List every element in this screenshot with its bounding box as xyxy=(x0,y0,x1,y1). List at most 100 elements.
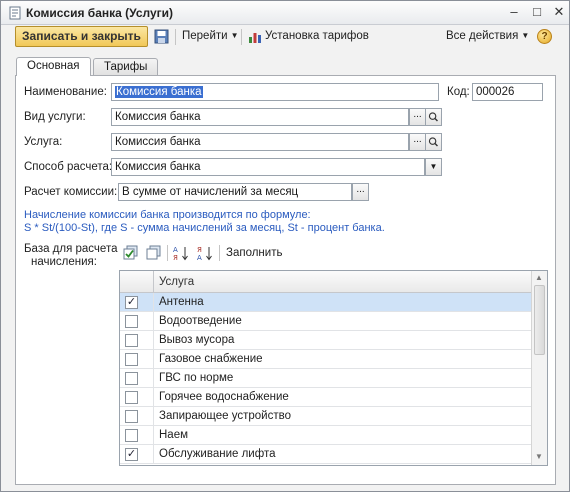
check-cell xyxy=(120,407,154,426)
svg-text:А: А xyxy=(197,254,202,261)
row-checkbox[interactable] xyxy=(125,429,138,442)
row-checkbox[interactable] xyxy=(125,334,138,347)
table-row[interactable]: ✓ Обслуживание лифта xyxy=(120,445,531,464)
bar-chart-icon xyxy=(249,33,261,43)
table-row[interactable]: Вывоз мусора xyxy=(120,331,531,350)
table-row[interactable]: Горячее водоснабжение xyxy=(120,388,531,407)
table-row[interactable]: Водоотведение xyxy=(120,312,531,331)
formula-note-line2: S * St/(100-St), где S - сумма начислени… xyxy=(24,222,385,234)
row-checkbox[interactable] xyxy=(125,315,138,328)
help-button[interactable]: ? xyxy=(537,29,552,44)
table-row[interactable]: Запирающее устройство xyxy=(120,407,531,426)
row-checkbox[interactable]: ✓ xyxy=(125,296,138,309)
table-toolbar-separator xyxy=(219,245,220,261)
check-cell: ✓ xyxy=(120,293,154,312)
close-button[interactable]: ✕ xyxy=(551,4,567,20)
table-row[interactable]: ✓ Антенна xyxy=(120,293,531,312)
search-icon[interactable] xyxy=(425,108,442,126)
check-cell xyxy=(120,426,154,445)
all-actions-label: Все действия xyxy=(446,30,519,42)
svg-text:Я: Я xyxy=(197,246,202,254)
fill-button[interactable]: Заполнить xyxy=(226,247,282,259)
sort-ascending-icon[interactable]: А Я xyxy=(173,245,189,261)
toolbar-separator xyxy=(241,29,242,45)
row-checkbox[interactable] xyxy=(125,391,138,404)
calc-method-dropdown[interactable]: Комиссия банка xyxy=(111,158,425,176)
service-select-button[interactable]: ... xyxy=(409,133,426,151)
scroll-up-icon[interactable]: ▲ xyxy=(535,273,543,282)
base-label-line2: начисления: xyxy=(31,256,97,268)
row-checkbox[interactable] xyxy=(125,353,138,366)
commission-calc-label: Расчет комиссии: xyxy=(24,186,118,198)
vertical-scrollbar[interactable]: ▲ ▼ xyxy=(531,271,547,465)
sort-descending-icon[interactable]: Я А xyxy=(197,245,213,261)
service-type-select-button[interactable]: ... xyxy=(409,108,426,126)
row-service-label: Горячее водоснабжение xyxy=(159,391,289,403)
document-app-icon xyxy=(9,6,21,20)
check-cell: ✓ xyxy=(120,445,154,464)
check-cell xyxy=(120,350,154,369)
svg-text:А: А xyxy=(173,246,178,254)
row-service-label: Водоотведение xyxy=(159,315,242,327)
table-row[interactable]: Наем xyxy=(120,426,531,445)
row-checkbox[interactable] xyxy=(125,372,138,385)
chevron-down-icon[interactable]: ▼ xyxy=(425,158,442,176)
service-label: Услуга: xyxy=(24,136,63,148)
chevron-down-icon: ▼ xyxy=(521,31,530,40)
check-all-icon[interactable] xyxy=(123,245,139,261)
maximize-button[interactable]: □ xyxy=(529,4,545,20)
checkmark-icon: ✓ xyxy=(126,296,137,308)
row-service-label: Запирающее устройство xyxy=(159,410,291,422)
row-service-label: Газовое снабжение xyxy=(159,353,263,365)
commission-calc-field[interactable]: В сумме от начислений за месяц xyxy=(118,183,352,201)
service-type-field[interactable]: Комиссия банка xyxy=(111,108,409,126)
minimize-button[interactable]: – xyxy=(506,4,522,20)
table-toolbar-separator xyxy=(167,245,168,261)
check-cell xyxy=(120,331,154,350)
name-value: Комиссия банка xyxy=(115,86,203,98)
check-cell xyxy=(120,312,154,331)
row-service-label: Вывоз мусора xyxy=(159,334,235,346)
code-label: Код: xyxy=(447,86,470,98)
search-icon[interactable] xyxy=(425,133,442,151)
title-bar: Комиссия банка (Услуги) – □ ✕ xyxy=(1,1,569,25)
goto-menu[interactable]: Перейти ▼ xyxy=(182,30,239,42)
row-checkbox[interactable] xyxy=(125,410,138,423)
calc-method-label: Способ расчета: xyxy=(24,161,113,173)
tab-main[interactable]: Основная xyxy=(16,57,91,76)
services-table: Услуга ✓ Антенна Водоотведение Вывоз мусора… xyxy=(119,270,548,466)
save-and-close-button[interactable]: Записать и закрыть xyxy=(15,26,148,47)
service-type-label: Вид услуги: xyxy=(24,111,86,123)
row-service-label: Антенна xyxy=(159,296,204,308)
window: Комиссия банка (Услуги) – □ ✕ Записать и… xyxy=(0,0,570,492)
formula-note-line1: Начисление комиссии банка производится п… xyxy=(24,209,311,221)
scroll-thumb[interactable] xyxy=(534,285,545,355)
tariffs-setup-button[interactable]: Установка тарифов xyxy=(265,30,369,42)
checkmark-icon: ✓ xyxy=(126,448,137,460)
all-actions-menu[interactable]: Все действия ▼ xyxy=(446,30,529,42)
check-cell xyxy=(120,369,154,388)
scroll-down-icon[interactable]: ▼ xyxy=(535,452,543,461)
check-cell xyxy=(120,388,154,407)
name-field[interactable]: Комиссия банка xyxy=(111,83,439,101)
table-header: Услуга xyxy=(120,271,531,293)
toolbar-separator xyxy=(175,29,176,45)
base-label-line1: База для расчета xyxy=(24,243,118,255)
row-service-label: ГВС по норме xyxy=(159,372,234,384)
window-title: Комиссия банка (Услуги) xyxy=(26,6,174,20)
chevron-down-icon: ▼ xyxy=(230,31,239,40)
name-label: Наименование: xyxy=(24,86,107,98)
table-row[interactable]: ГВС по норме xyxy=(120,369,531,388)
table-row[interactable]: Газовое снабжение xyxy=(120,350,531,369)
save-icon[interactable] xyxy=(154,29,169,44)
row-checkbox[interactable]: ✓ xyxy=(125,448,138,461)
commission-calc-select-button[interactable]: ... xyxy=(352,183,369,201)
svg-text:Я: Я xyxy=(173,254,178,261)
check-column-header xyxy=(120,271,154,293)
code-field[interactable]: 000026 xyxy=(472,83,543,101)
tab-tariffs[interactable]: Тарифы xyxy=(93,58,159,75)
goto-label: Перейти xyxy=(182,30,228,42)
row-service-label: Обслуживание лифта xyxy=(159,448,276,460)
service-field[interactable]: Комиссия банка xyxy=(111,133,409,151)
uncheck-all-icon[interactable] xyxy=(146,245,162,261)
